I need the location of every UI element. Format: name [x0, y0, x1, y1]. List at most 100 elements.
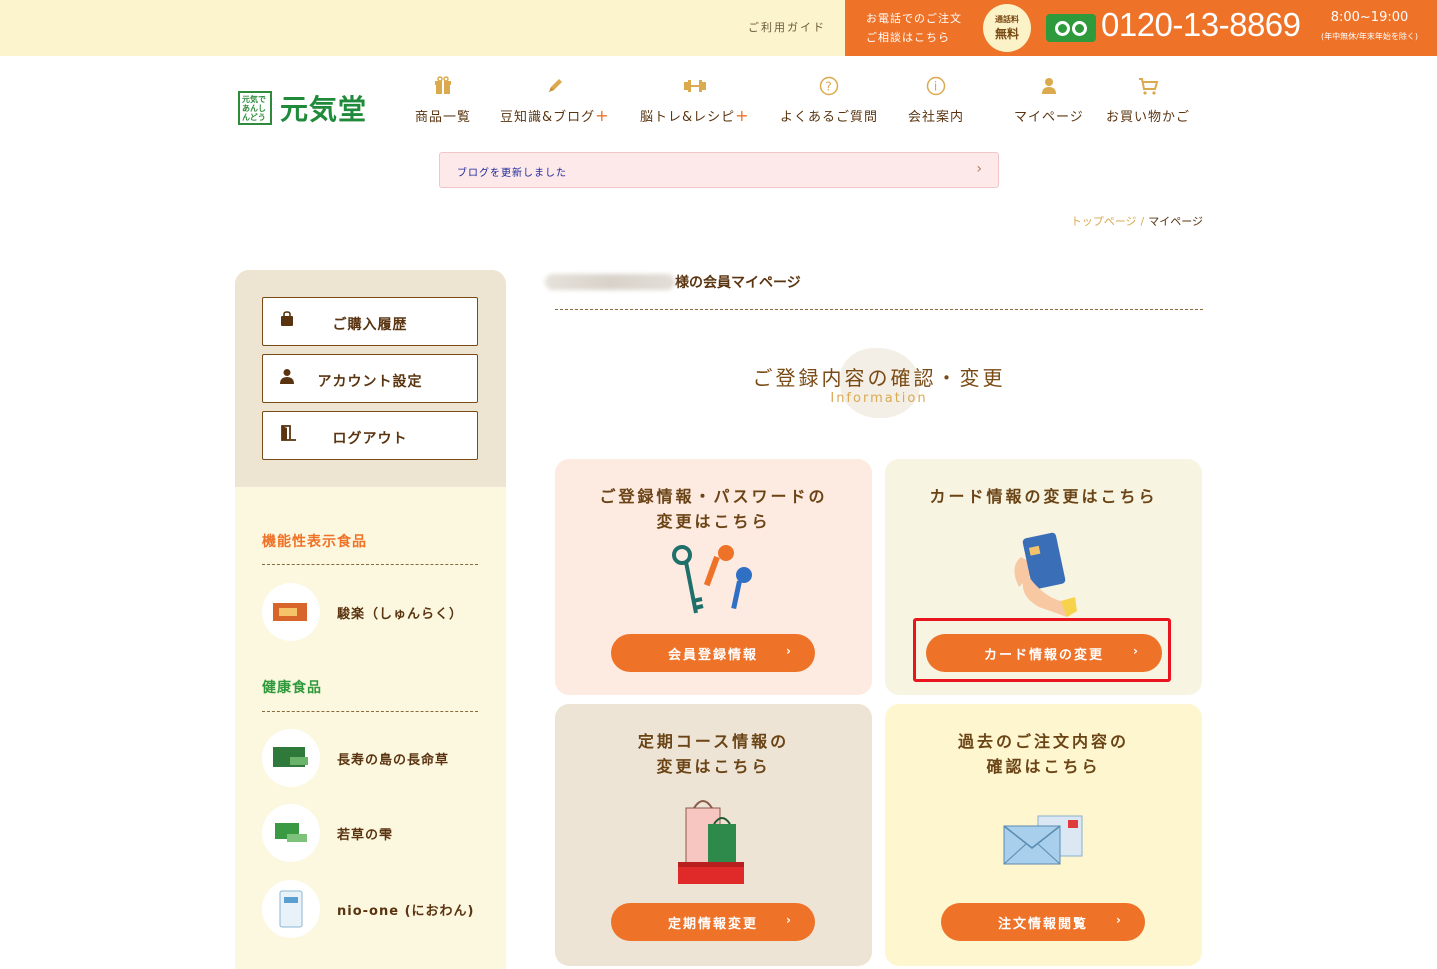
- section-subtitle: Information: [830, 391, 928, 406]
- free-badge-big: 無料: [994, 27, 1019, 41]
- nav-company[interactable]: i 会社案内: [908, 76, 964, 125]
- hours-note: (年中無休/年末年始を除く): [1321, 32, 1418, 41]
- credit-card-icon: [885, 527, 1202, 619]
- section-title: ご登録内容の確認・変更: [752, 366, 1006, 390]
- gift-icon: [415, 76, 471, 98]
- product-name: 長寿の島の長命草: [337, 752, 450, 768]
- account-settings-button[interactable]: アカウント設定: [262, 354, 478, 403]
- nav-label: 商品一覧: [415, 110, 472, 125]
- card-title-line1: 過去のご注文内容の: [957, 732, 1129, 751]
- user-icon: [1014, 76, 1084, 98]
- nav-faq[interactable]: ? よくあるご質問: [780, 76, 878, 125]
- phone-note-line1: お電話でのご注文: [866, 12, 962, 25]
- category-heading-functional: 機能性表示食品: [262, 534, 367, 550]
- product-link-wakakusa[interactable]: 若草の雫: [262, 803, 478, 863]
- breadcrumb-home[interactable]: トップページ: [1071, 215, 1137, 228]
- cart-icon: [1106, 76, 1190, 98]
- chevron-right-icon: ›: [786, 644, 793, 658]
- product-link-choumeisou[interactable]: 長寿の島の長命草: [262, 728, 478, 788]
- order-history-button[interactable]: 注文情報閲覧 ›: [941, 903, 1145, 941]
- card-title-line1: カード情報の変更はこちら: [929, 487, 1158, 506]
- freedial-icon: [1046, 14, 1096, 42]
- logout-label: ログアウト: [332, 431, 408, 447]
- purchase-history-label: ご購入履歴: [332, 317, 408, 333]
- svg-text:?: ?: [825, 80, 832, 94]
- card-order-history: 過去のご注文内容の 確認はこちら 注文情報閲覧 ›: [885, 704, 1202, 966]
- logout-button[interactable]: ログアウト: [262, 411, 478, 460]
- nav-label: よくあるご質問: [780, 110, 879, 125]
- nav-label: 豆知識&ブログ: [500, 110, 596, 125]
- card-title: カード情報の変更はこちら: [885, 484, 1202, 509]
- info-icon: i: [908, 76, 964, 98]
- nav-label: お買い物かご: [1106, 110, 1191, 125]
- nav-products[interactable]: 商品一覧: [415, 76, 471, 125]
- chevron-right-icon: ›: [786, 913, 793, 927]
- nav-label: マイページ: [1014, 110, 1084, 125]
- pencil-icon: [500, 76, 610, 98]
- card-title-line1: 定期コース情報の: [637, 732, 790, 751]
- highlight-box: [913, 618, 1171, 682]
- nav-brain-recipe[interactable]: 脳トレ&レシピ+: [640, 76, 750, 125]
- free-badge-small: 通話料: [995, 15, 1019, 24]
- keys-icon: [555, 543, 872, 623]
- product-thumbnail: [262, 729, 320, 787]
- card-title-line1: ご登録情報・パスワードの: [599, 487, 828, 506]
- registration-info-button[interactable]: 会員登録情報 ›: [611, 634, 815, 672]
- button-label: 定期情報変更: [667, 916, 758, 932]
- account-settings-label: アカウント設定: [317, 374, 423, 390]
- phone-number[interactable]: 0120-13-8869: [1101, 6, 1301, 44]
- member-greeting-suffix: 様の会員マイページ: [675, 275, 801, 291]
- product-name: nio-one (におわん): [337, 903, 475, 919]
- sidebar: ご購入履歴 アカウント設定 ログアウト 機能性表示食品 駿楽（しゅんらく） 健康…: [235, 270, 506, 969]
- divider: [262, 564, 478, 565]
- news-notice-bar[interactable]: ブログを更新しました ›: [439, 152, 999, 188]
- card-title-line2: 確認はこちら: [986, 757, 1101, 776]
- chevron-right-icon: ›: [976, 161, 982, 177]
- top-bar: ご利用ガイド お電話でのご注文 ご相談はこちら 通話料 無料 0120-13-8…: [0, 0, 1437, 56]
- dumbbell-icon: [640, 76, 750, 98]
- nav-mypage[interactable]: マイページ: [1014, 76, 1084, 125]
- card-title-line2: 変更はこちら: [656, 512, 771, 531]
- hours-time: 8:00~19:00: [1330, 10, 1409, 25]
- business-hours: 8:00~19:00 (年中無休/年末年始を除く): [1307, 10, 1432, 42]
- phone-order-banner[interactable]: お電話でのご注文 ご相談はこちら 通話料 無料 0120-13-8869 8:0…: [845, 0, 1437, 56]
- expand-plus-icon[interactable]: +: [595, 106, 609, 125]
- notice-text: ブログを更新しました: [457, 168, 567, 179]
- card-title-line2: 変更はこちら: [656, 757, 771, 776]
- category-heading-health: 健康食品: [262, 680, 322, 696]
- chevron-right-icon: ›: [1116, 913, 1123, 927]
- card-title: 過去のご注文内容の 確認はこちら: [885, 729, 1202, 779]
- usage-guide-link[interactable]: ご利用ガイド: [748, 19, 826, 35]
- breadcrumb-separator: /: [1140, 215, 1145, 228]
- product-name: 若草の雫: [337, 827, 394, 843]
- product-thumbnail: [262, 880, 320, 938]
- member-greeting: 様の会員マイページ: [545, 272, 801, 292]
- envelope-icon: [885, 812, 1202, 868]
- product-name: 駿楽（しゅんらく）: [337, 606, 464, 622]
- card-title: 定期コース情報の 変更はこちら: [555, 729, 872, 779]
- product-link-nio-one[interactable]: nio-one (におわん): [262, 879, 478, 939]
- card-subscription: 定期コース情報の 変更はこちら 定期情報変更 ›: [555, 704, 872, 966]
- breadcrumb: トップページ / マイページ: [1071, 213, 1203, 229]
- free-call-badge: 通話料 無料: [983, 4, 1031, 52]
- nav-label: 脳トレ&レシピ: [640, 110, 736, 125]
- expand-plus-icon[interactable]: +: [735, 106, 749, 125]
- button-label: 注文情報閲覧: [997, 916, 1088, 932]
- product-link-shunraku[interactable]: 駿楽（しゅんらく）: [262, 582, 478, 642]
- card-title: ご登録情報・パスワードの 変更はこちら: [555, 484, 872, 534]
- phone-note-line2: ご相談はこちら: [866, 31, 950, 44]
- question-icon: ?: [780, 76, 878, 98]
- divider: [555, 309, 1203, 310]
- button-label: 会員登録情報: [667, 647, 758, 663]
- nav-label: 会社案内: [908, 110, 965, 125]
- card-registration-info: ご登録情報・パスワードの 変更はこちら 会員登録情報 ›: [555, 459, 872, 695]
- account-menu: ご購入履歴 アカウント設定 ログアウト: [235, 270, 506, 487]
- product-thumbnail: [262, 804, 320, 862]
- nav-blog[interactable]: 豆知識&ブログ+: [500, 76, 610, 125]
- shopping-bags-icon: [555, 792, 872, 888]
- divider: [262, 711, 478, 712]
- nav-cart[interactable]: お買い物かご: [1106, 76, 1190, 125]
- main-nav: 商品一覧 豆知識&ブログ+ 脳トレ&レシピ+ ? よくあるご質問 i 会社案内 …: [0, 76, 1437, 136]
- purchase-history-button[interactable]: ご購入履歴: [262, 297, 478, 346]
- subscription-change-button[interactable]: 定期情報変更 ›: [611, 903, 815, 941]
